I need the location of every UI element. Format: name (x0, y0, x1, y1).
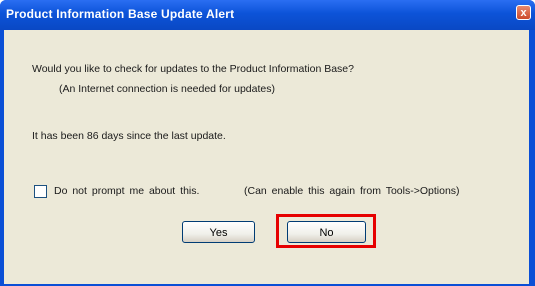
connection-note: (An Internet connection is needed for up… (59, 83, 275, 95)
titlebar[interactable]: Product Information Base Update Alert x (0, 0, 535, 30)
window-title: Product Information Base Update Alert (6, 7, 235, 21)
tools-options-hint: (Can enable this again from Tools->Optio… (244, 185, 460, 197)
do-not-prompt-label[interactable]: Do not prompt me about this. (54, 185, 199, 197)
do-not-prompt-checkbox[interactable] (34, 185, 47, 198)
question-text: Would you like to check for updates to t… (32, 63, 354, 75)
alert-dialog: Product Information Base Update Alert x … (0, 0, 535, 286)
yes-button[interactable]: Yes (182, 221, 255, 243)
days-since-update-text: It has been 86 days since the last updat… (32, 130, 226, 142)
dialog-body: Would you like to check for updates to t… (4, 30, 529, 284)
no-button-highlight (276, 214, 376, 248)
close-icon[interactable]: x (516, 5, 531, 20)
